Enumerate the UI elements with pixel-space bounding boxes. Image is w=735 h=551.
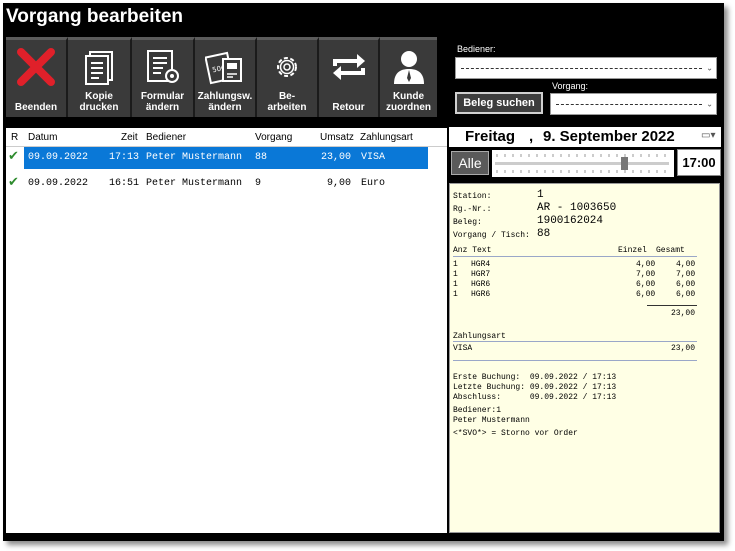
table-row[interactable]: ✔ 09.09.2022 16:51 Peter Mustermann 9 9,…: [6, 173, 447, 195]
toolbar: Beenden Kopie drucken Formular ändern 50…: [6, 37, 437, 117]
document-copy-icon: [68, 48, 130, 86]
check-icon: ✔: [8, 175, 19, 190]
col-r[interactable]: R: [11, 132, 18, 143]
button-label: Beenden: [14, 102, 58, 113]
col-umsatz[interactable]: Umsatz: [320, 132, 354, 143]
button-label: Zahlungsw. ändern: [197, 91, 253, 113]
form-gear-icon: [132, 48, 193, 86]
zahlungsweise-aendern-button[interactable]: 50€ Zahlungsw. ändern: [195, 37, 257, 117]
close-x-icon: [6, 48, 66, 86]
col-vorgang[interactable]: Vorgang: [255, 132, 292, 143]
alle-button[interactable]: Alle: [451, 151, 489, 175]
col-zeit[interactable]: Zeit: [121, 132, 138, 143]
button-label: Formular ändern: [140, 91, 185, 113]
button-label: Kunde zuordnen: [386, 91, 431, 113]
filter-panel: Bediener: ⌄ Vorgang: Beleg suchen ⌄: [449, 40, 721, 118]
formular-aendern-button[interactable]: Formular ändern: [132, 37, 195, 117]
check-icon: ✔: [8, 149, 19, 164]
time-display[interactable]: 17:00: [677, 149, 721, 176]
vorgang-label: Vorgang:: [552, 81, 589, 91]
col-zahlungsart[interactable]: Zahlungsart: [360, 132, 413, 143]
window-title: Vorgang bearbeiten: [6, 6, 184, 27]
bediener-label: Bediener:: [457, 44, 496, 54]
chevron-down-icon: ⌄: [706, 63, 713, 73]
table-header: R Datum Zeit Bediener Vorgang Umsatz Zah…: [6, 128, 447, 147]
return-arrows-icon: [319, 48, 378, 86]
gear-icon: [257, 48, 317, 86]
date-label: 9. September 2022: [543, 128, 675, 145]
kunde-zuordnen-button[interactable]: Kunde zuordnen: [380, 37, 437, 117]
payment-method-icon: 50€: [195, 48, 255, 86]
customer-icon: [380, 48, 437, 86]
button-label: Kopie drucken: [79, 91, 119, 113]
beleg-suchen-button[interactable]: Beleg suchen: [455, 92, 543, 114]
col-bediener[interactable]: Bediener: [146, 132, 186, 143]
vorgang-dropdown[interactable]: ⌄: [550, 93, 717, 115]
time-slider[interactable]: [492, 150, 674, 177]
col-datum[interactable]: Datum: [28, 132, 57, 143]
calendar-dropdown-icon[interactable]: ▭▾: [701, 130, 715, 141]
table-row[interactable]: ✔ 09.09.2022 17:13 Peter Mustermann 88 2…: [6, 147, 447, 169]
vorgang-table: R Datum Zeit Bediener Vorgang Umsatz Zah…: [6, 128, 447, 533]
button-label: Be- arbeiten: [267, 91, 307, 113]
receipt-panel: Station: 1 Rg.-Nr.: AR - 1003650 Beleg: …: [449, 183, 720, 533]
beenden-button[interactable]: Beenden: [6, 37, 68, 117]
weekday-label: Freitag: [465, 128, 516, 145]
date-comma: ,: [529, 128, 534, 145]
bearbeiten-button[interactable]: Be- arbeiten: [257, 37, 319, 117]
date-bar: Freitag , 9. September 2022 ▭▾: [449, 127, 721, 147]
bediener-dropdown[interactable]: ⌄: [455, 57, 717, 79]
kopie-drucken-button[interactable]: Kopie drucken: [68, 37, 132, 117]
retour-button[interactable]: Retour: [319, 37, 380, 117]
button-label: Retour: [332, 102, 365, 113]
chevron-down-icon: ⌄: [706, 99, 713, 109]
